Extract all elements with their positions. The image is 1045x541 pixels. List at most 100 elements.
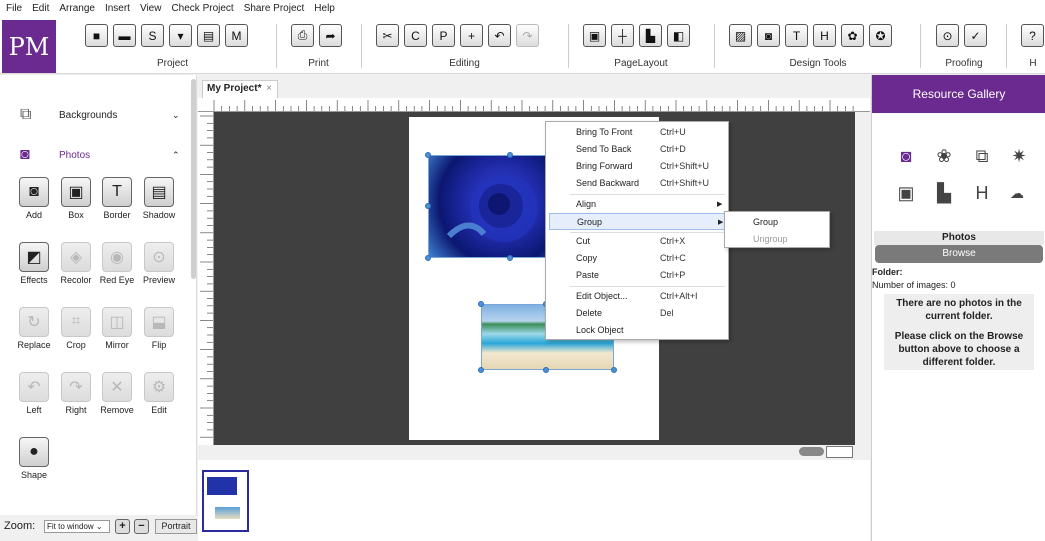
cloud-icon[interactable]: ☁ (1005, 181, 1029, 205)
tool-rotate-right[interactable]: ↷ Right (56, 372, 96, 415)
open-folder-icon[interactable]: ▬ (113, 24, 136, 47)
document-icon[interactable]: ▤ (197, 24, 220, 47)
layouts-icon[interactable]: ▣ (894, 181, 918, 205)
menu-lock-object[interactable]: Lock Object (549, 322, 725, 339)
redo-icon[interactable]: ↷ (516, 24, 539, 47)
photos-gallery-icon[interactable]: ◙ (894, 144, 918, 168)
chevron-down-icon[interactable]: ⌄ (172, 110, 180, 121)
guides-icon[interactable]: ┼ (611, 24, 634, 47)
browse-button[interactable]: Browse (875, 245, 1043, 263)
flip-icon: ⬓ (144, 307, 174, 337)
orientation-button[interactable]: Portrait (155, 519, 197, 534)
tool-preview[interactable]: ⊙ Preview (139, 242, 179, 285)
undo-icon[interactable]: ↶ (488, 24, 511, 47)
templates-icon[interactable]: ▙ (932, 181, 956, 205)
menu-view[interactable]: View (140, 3, 162, 14)
context-menu: Bring To Front Ctrl+U Send To Back Ctrl+D … (545, 121, 729, 340)
tab-photos[interactable]: Photos (874, 231, 1044, 245)
tool-add[interactable]: ◙ Add (14, 177, 54, 220)
tool-remove[interactable]: ✕ Remove (97, 372, 137, 415)
scroll-thumb[interactable] (799, 447, 824, 456)
page-filmstrip (198, 460, 870, 541)
tool-red-eye[interactable]: ◉ Red Eye (97, 242, 137, 285)
recolor-icon: ◈ (61, 242, 91, 272)
tool-mirror[interactable]: ◫ Mirror (97, 307, 137, 350)
menu-send-to-back[interactable]: Send To Back Ctrl+D (549, 141, 725, 158)
copy-icon[interactable]: C (404, 24, 427, 47)
menu-align[interactable]: Align ▶ (549, 196, 725, 213)
canvas-horizontal-scrollbar[interactable] (198, 445, 870, 460)
page-background-icon[interactable]: ◧ (667, 24, 690, 47)
menu-share-project[interactable]: Share Project (244, 3, 305, 14)
proof-icon[interactable]: ⊙ (936, 24, 959, 47)
tab-my-project[interactable]: My Project* × (202, 80, 278, 98)
lotus-icon[interactable]: ❀ (932, 144, 956, 168)
resource-gallery-panel: Resource Gallery ◙ ❀ ⧉ ✷ ▣ ▙ H ☁ Photos … (871, 75, 1045, 541)
spellcheck-icon[interactable]: ✓ (964, 24, 987, 47)
save-icon[interactable]: S (141, 24, 164, 47)
scroll-box[interactable] (826, 446, 853, 458)
menu-bring-forward[interactable]: Bring Forward Ctrl+Shift+U (549, 158, 725, 175)
page-icon[interactable]: ▣ (583, 24, 606, 47)
tool-box[interactable]: ▣ Box (56, 177, 96, 220)
cut-icon[interactable]: ✂ (376, 24, 399, 47)
text-icon[interactable]: T (785, 24, 808, 47)
menu-insert[interactable]: Insert (105, 3, 130, 14)
tool-flip[interactable]: ⬓ Flip (139, 307, 179, 350)
save-as-icon[interactable]: ▾ (169, 24, 192, 47)
menu-copy[interactable]: Copy Ctrl+C (549, 250, 725, 267)
tool-replace[interactable]: ↻ Replace (14, 307, 54, 350)
tool-effects[interactable]: ◩ Effects (14, 242, 54, 285)
tool-shape[interactable]: ● Shape (14, 437, 54, 480)
section-photos[interactable]: ◙ Photos ⌃ (0, 144, 190, 166)
flower-icon[interactable]: ✿ (841, 24, 864, 47)
remove-icon: ✕ (102, 372, 132, 402)
menu-paste[interactable]: Paste Ctrl+P (549, 267, 725, 284)
manage-icon[interactable]: M (225, 24, 248, 47)
heading-gallery-icon[interactable]: H (970, 181, 994, 205)
tool-shadow[interactable]: ▤ Shadow (139, 177, 179, 220)
zoom-label: Zoom: (4, 520, 36, 532)
zoom-in-button[interactable]: + (115, 519, 130, 534)
menu-edit-object[interactable]: Edit Object... Ctrl+Alt+I (549, 288, 725, 305)
left-scrollbar[interactable] (191, 79, 196, 279)
zoom-select[interactable]: Fit to window ⌄ (44, 520, 110, 533)
menu-arrange[interactable]: Arrange (59, 3, 95, 14)
shapes-icon[interactable]: ⧉ (970, 144, 994, 168)
star-badge-icon[interactable]: ✪ (869, 24, 892, 47)
submenu-group[interactable]: Group (753, 214, 778, 230)
page-thumbnail[interactable] (202, 470, 249, 532)
new-project-icon[interactable]: ■ (85, 24, 108, 47)
tool-border[interactable]: T Border (97, 177, 137, 220)
close-icon[interactable]: × (266, 81, 272, 97)
export-icon[interactable]: ➦ (319, 24, 342, 47)
ribbon-label-project: Project (156, 58, 189, 69)
menu-send-backward[interactable]: Send Backward Ctrl+Shift+U (549, 175, 725, 192)
image-icon[interactable]: ▨ (729, 24, 752, 47)
tool-rotate-left[interactable]: ↶ Left (14, 372, 54, 415)
tool-edit[interactable]: ⚙ Edit (139, 372, 179, 415)
menu-help[interactable]: Help (314, 3, 335, 14)
tool-recolor[interactable]: ◈ Recolor (56, 242, 96, 285)
menu-delete[interactable]: Delete Del (549, 305, 725, 322)
chevron-up-icon[interactable]: ⌃ (172, 150, 180, 161)
canvas-vertical-scrollbar[interactable] (855, 112, 870, 445)
camera-icon[interactable]: ◙ (757, 24, 780, 47)
zoom-out-button[interactable]: − (134, 519, 149, 534)
submenu-ungroup[interactable]: Ungroup (753, 231, 788, 247)
menu-cut[interactable]: Cut Ctrl+X (549, 233, 725, 250)
tool-crop[interactable]: ⌗ Crop (56, 307, 96, 350)
menu-bring-to-front[interactable]: Bring To Front Ctrl+U (549, 124, 725, 141)
paste-icon[interactable]: P (432, 24, 455, 47)
section-backgrounds[interactable]: ⧉ Backgrounds ⌄ (0, 104, 190, 126)
lightbulb-icon[interactable]: ? (1021, 24, 1044, 47)
menu-check-project[interactable]: Check Project (171, 3, 233, 14)
menu-edit[interactable]: Edit (32, 3, 49, 14)
print-icon[interactable]: ⎙ (291, 24, 314, 47)
menu-group[interactable]: Group ▶ (549, 213, 725, 230)
add-icon[interactable]: + (460, 24, 483, 47)
sparkle-icon[interactable]: ✷ (1007, 144, 1031, 168)
heading-icon[interactable]: H (813, 24, 836, 47)
align-bottom-icon[interactable]: ▙ (639, 24, 662, 47)
menu-file[interactable]: File (6, 3, 22, 14)
